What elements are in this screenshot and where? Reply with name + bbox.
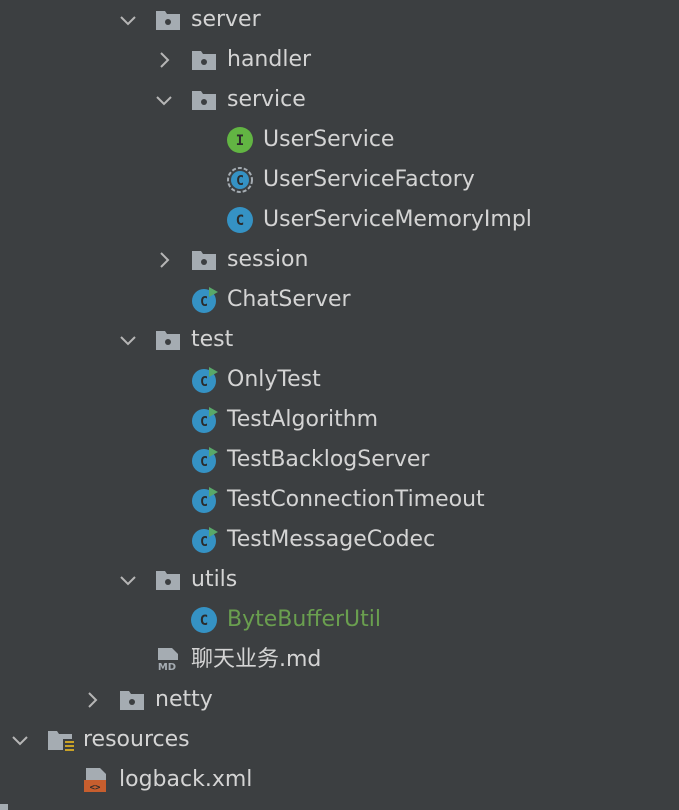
tree-item-label: resources — [83, 727, 190, 752]
chevron-right-icon[interactable] — [154, 40, 174, 80]
xml-file-icon: <> — [82, 766, 110, 794]
chevron-down-icon[interactable] — [118, 560, 138, 600]
tree-row-userservice[interactable]: I UserService — [0, 120, 679, 160]
runnable-class-icon: C — [190, 446, 218, 474]
tree-row-userservicefactory[interactable]: C UserServiceFactory — [0, 160, 679, 200]
folder-icon — [154, 6, 182, 34]
tree-item-label: ChatServer — [227, 287, 351, 312]
tree-row-server[interactable]: server — [0, 0, 679, 40]
folder-icon — [190, 46, 218, 74]
svg-text:C: C — [236, 174, 244, 189]
tree-row-testbacklogserver[interactable]: C TestBacklogServer — [0, 440, 679, 480]
tree-item-label: server — [191, 7, 261, 32]
folder-icon — [154, 326, 182, 354]
tree-row-resources[interactable]: resources — [0, 720, 679, 760]
svg-text:C: C — [200, 495, 208, 510]
tree-row-netty[interactable]: netty — [0, 680, 679, 720]
tree-item-label: TestBacklogServer — [227, 447, 430, 472]
tree-row-chatserver[interactable]: C ChatServer — [0, 280, 679, 320]
tree-item-label: 聊天业务.md — [191, 647, 322, 672]
tree-row-userservicememoryimpl[interactable]: C UserServiceMemoryImpl — [0, 200, 679, 240]
runnable-class-icon: C — [190, 486, 218, 514]
tree-item-label: utils — [191, 567, 238, 592]
tree-item-label: UserServiceMemoryImpl — [263, 207, 532, 232]
tree-item-label: ByteBufferUtil — [227, 607, 381, 632]
chevron-right-icon[interactable] — [154, 240, 174, 280]
tree-row-utils[interactable]: utils — [0, 560, 679, 600]
folder-icon — [118, 686, 146, 714]
class-icon: C — [226, 206, 254, 234]
chevron-down-icon[interactable] — [118, 320, 138, 360]
tree-item-label: handler — [227, 47, 312, 72]
tree-row-logback-xml[interactable]: <> logback.xml — [0, 760, 679, 800]
tree-item-label: test — [191, 327, 234, 352]
svg-text:MD: MD — [158, 662, 176, 673]
resources-folder-icon — [46, 726, 75, 754]
runnable-class-icon: C — [190, 286, 218, 314]
tree-row-bytebufferutil[interactable]: C ByteBufferUtil — [0, 600, 679, 640]
tree-row-testmessagecodec[interactable]: C TestMessageCodec — [0, 520, 679, 560]
tree-row-service[interactable]: service — [0, 80, 679, 120]
svg-text:C: C — [200, 535, 208, 550]
svg-text:C: C — [200, 455, 208, 470]
tree-item-label: TestAlgorithm — [227, 407, 379, 432]
runnable-class-icon: C — [190, 526, 218, 554]
runnable-class-icon: C — [190, 406, 218, 434]
svg-text:C: C — [200, 375, 208, 390]
svg-text:C: C — [200, 295, 208, 310]
svg-text:C: C — [200, 613, 208, 629]
tree-item-label: UserServiceFactory — [263, 167, 475, 192]
svg-text:<>: <> — [90, 783, 101, 793]
folder-icon — [0, 802, 10, 810]
chevron-down-icon[interactable] — [10, 720, 30, 760]
tree-item-label: UserService — [263, 127, 395, 152]
tree-item-label: OnlyTest — [227, 367, 321, 392]
tree-item-label: logback.xml — [119, 767, 253, 792]
chevron-right-icon[interactable] — [82, 680, 102, 720]
tree-item-label: netty — [155, 687, 213, 712]
folder-icon — [154, 566, 182, 594]
tree-item-label: TestMessageCodec — [227, 527, 436, 552]
interface-icon: I — [226, 126, 254, 154]
svg-text:C: C — [236, 213, 244, 229]
tree-row-onlytest[interactable]: C OnlyTest — [0, 360, 679, 400]
tree-row-handler[interactable]: handler — [0, 40, 679, 80]
project-tree: server handler service I UserService C U… — [0, 0, 679, 810]
svg-text:C: C — [200, 415, 208, 430]
tree-row-test[interactable]: test — [0, 320, 679, 360]
chevron-down-icon[interactable] — [154, 80, 174, 120]
tree-row-markdown-file[interactable]: MD 聊天业务.md — [0, 640, 679, 680]
tree-item-label: session — [227, 247, 309, 272]
tree-item-label: service — [227, 87, 306, 112]
folder-icon — [190, 246, 218, 274]
tree-row-testconnectiontimeout[interactable]: C TestConnectionTimeout — [0, 480, 679, 520]
folder-icon — [190, 86, 218, 114]
svg-text:I: I — [236, 133, 244, 149]
markdown-file-icon: MD — [154, 646, 182, 674]
abstract-class-icon: C — [226, 166, 254, 194]
runnable-class-icon: C — [190, 366, 218, 394]
tree-item-label: TestConnectionTimeout — [227, 487, 485, 512]
class-icon: C — [190, 606, 218, 634]
tree-row-session[interactable]: session — [0, 240, 679, 280]
tree-row-testalgorithm[interactable]: C TestAlgorithm — [0, 400, 679, 440]
chevron-down-icon[interactable] — [118, 0, 138, 40]
